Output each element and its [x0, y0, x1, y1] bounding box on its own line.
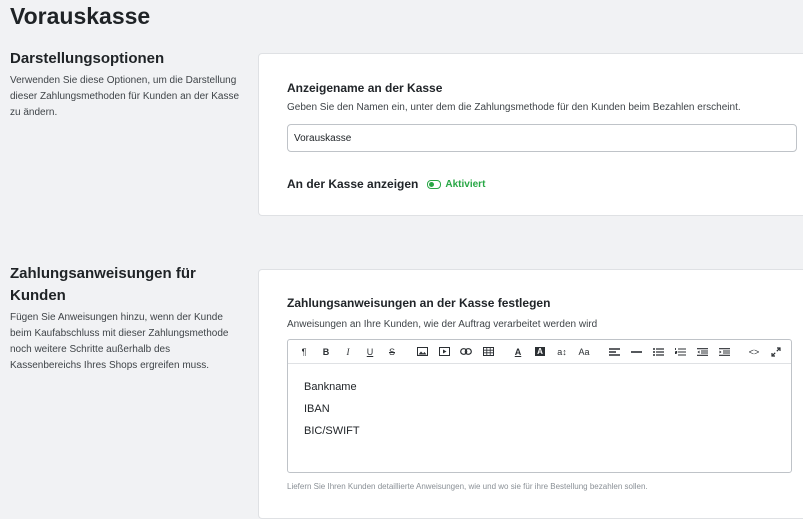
- font-color-button[interactable]: A: [507, 342, 529, 362]
- numbered-list-icon: [674, 347, 686, 355]
- horizontal-rule-button[interactable]: [625, 342, 647, 362]
- fullscreen-button[interactable]: [765, 342, 787, 362]
- align-left-button[interactable]: [603, 342, 625, 362]
- text-case-button[interactable]: Aa: [573, 342, 595, 362]
- align-left-icon: [608, 347, 620, 356]
- bullet-list-button[interactable]: [647, 342, 669, 362]
- toggle-status-label: Aktiviert: [445, 178, 486, 190]
- display-options-description: Verwenden Sie diese Optionen, um die Dar…: [10, 75, 240, 118]
- show-at-checkout-row: An der Kasse anzeigen Aktiviert: [287, 177, 485, 191]
- video-icon: [438, 347, 450, 356]
- outdent-button[interactable]: [691, 342, 713, 362]
- checkout-name-input[interactable]: [287, 124, 797, 152]
- instructions-title-line1: Zahlungsanweisungen für: [10, 265, 196, 282]
- bullet-list-icon: [652, 347, 664, 356]
- insert-video-button[interactable]: [433, 342, 455, 362]
- instructions-footnote: Liefern Sie Ihren Kunden detaillierte An…: [287, 482, 648, 491]
- show-at-checkout-label: An der Kasse anzeigen: [287, 177, 419, 191]
- bold-button[interactable]: B: [315, 342, 337, 362]
- display-options-title: Darstellungsoptionen: [10, 50, 165, 67]
- editor-content[interactable]: Bankname IBAN BIC/SWIFT: [288, 364, 791, 442]
- italic-button[interactable]: I: [337, 342, 359, 362]
- checkout-name-heading: Anzeigename an der Kasse: [287, 81, 443, 95]
- page-title: Vorauskasse: [10, 3, 151, 29]
- instructions-card: Zahlungsanweisungen an der Kasse festleg…: [258, 269, 803, 519]
- editor-line-iban: IBAN: [304, 403, 330, 415]
- table-icon: [482, 347, 494, 356]
- instructions-editor[interactable]: ¶ B I U S A A a↕ Aa <> Bankname IBAN BIC…: [287, 339, 792, 473]
- insert-image-button[interactable]: [411, 342, 433, 362]
- numbered-list-button[interactable]: [669, 342, 691, 362]
- code-view-button[interactable]: <>: [743, 342, 765, 362]
- indent-button[interactable]: [713, 342, 735, 362]
- outdent-icon: [696, 347, 708, 356]
- link-icon: [460, 348, 472, 355]
- horizontal-rule-icon: [630, 350, 642, 353]
- editor-line-bic: BIC/SWIFT: [304, 425, 360, 437]
- font-size-button[interactable]: a↕: [551, 342, 573, 362]
- paragraph-format-button[interactable]: ¶: [293, 342, 315, 362]
- instructions-help: Anweisungen an Ihre Kunden, wie der Auft…: [287, 319, 598, 330]
- strikethrough-button[interactable]: S: [381, 342, 403, 362]
- instructions-title-line2: Kunden: [10, 287, 66, 304]
- instructions-description: Fügen Sie Anweisungen hinzu, wenn der Ku…: [10, 312, 229, 371]
- fullscreen-icon: [771, 346, 781, 357]
- instructions-heading: Zahlungsanweisungen an der Kasse festleg…: [287, 296, 551, 310]
- editor-line-bank-name: Bankname: [304, 381, 357, 393]
- insert-link-button[interactable]: [455, 342, 477, 362]
- image-icon: [416, 347, 428, 356]
- show-at-checkout-toggle[interactable]: [427, 179, 442, 189]
- display-options-card: Anzeigename an der Kasse Geben Sie den N…: [258, 53, 803, 216]
- background-color-button[interactable]: A: [529, 342, 551, 362]
- background-color-icon: A: [535, 347, 545, 356]
- insert-table-button[interactable]: [477, 342, 499, 362]
- instructions-title: Zahlungsanweisungen für Kunden: [10, 263, 196, 307]
- underline-button[interactable]: U: [359, 342, 381, 362]
- checkout-name-help: Geben Sie den Namen ein, unter dem die Z…: [287, 102, 741, 113]
- editor-toolbar: ¶ B I U S A A a↕ Aa <>: [288, 340, 791, 364]
- indent-icon: [718, 347, 730, 356]
